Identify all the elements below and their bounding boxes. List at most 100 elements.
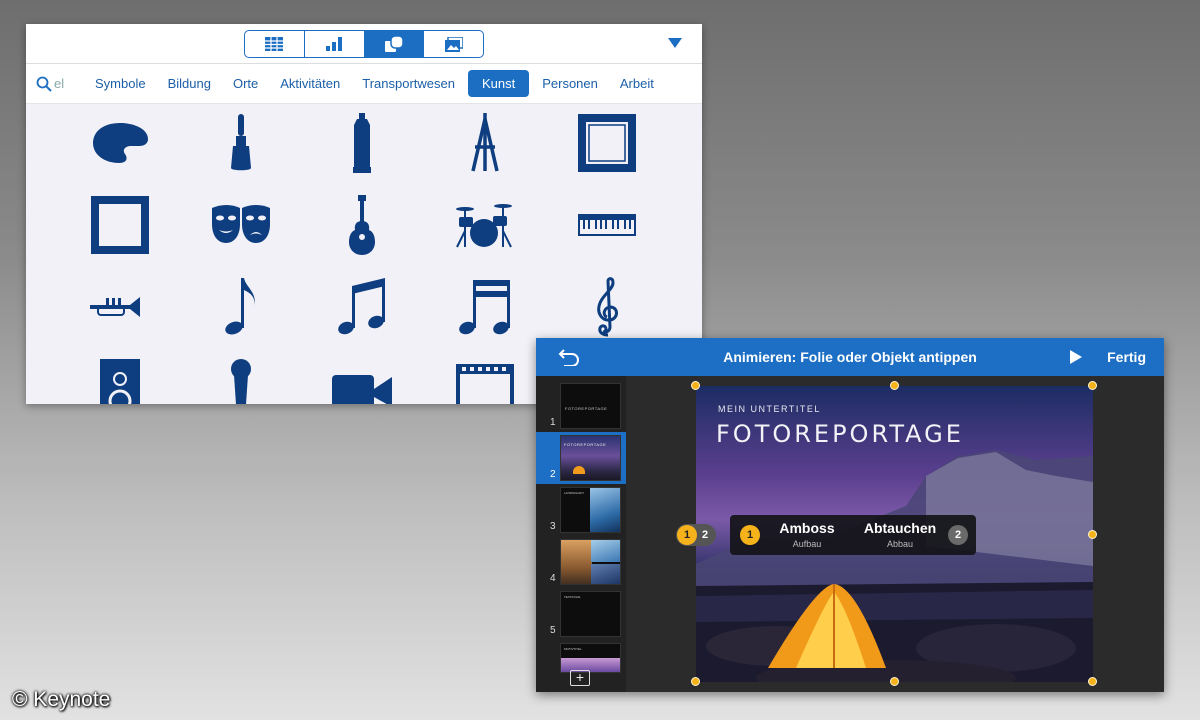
category-orte[interactable]: Orte — [233, 71, 258, 96]
build-out-type: Abbau — [886, 539, 914, 549]
category-aktivitaeten[interactable]: Aktivitäten — [280, 71, 340, 96]
paint-tube-icon — [353, 113, 371, 173]
palette-icon — [93, 123, 148, 163]
selection-handle[interactable] — [1088, 530, 1097, 539]
shape-search[interactable]: el — [36, 76, 84, 92]
slide-thumbnail: LANDSCHAFT — [560, 487, 621, 533]
build-out-button[interactable]: Abtauchen Abbau — [854, 515, 946, 555]
shape-microphone[interactable] — [201, 354, 281, 404]
slide-thumb-4[interactable]: 4 — [536, 536, 626, 588]
shape-paint-tube[interactable] — [322, 108, 402, 178]
slide-thumbnail: FOTOREPORTAGE — [560, 383, 621, 429]
video-camera-icon — [332, 375, 392, 404]
tab-charts[interactable] — [305, 31, 365, 57]
tab-media[interactable] — [424, 31, 483, 57]
slide-thumb-caption: TEXTFOLIE — [564, 595, 581, 599]
library-toolbar — [26, 24, 702, 64]
slide-thumb-caption: MOTIVTITEL — [564, 647, 582, 651]
shape-beamed-notes[interactable] — [322, 272, 402, 342]
tab-shapes[interactable] — [364, 31, 425, 57]
shape-treble-clef[interactable] — [567, 272, 647, 342]
add-slide-button[interactable]: + — [570, 670, 590, 686]
build-out-name: Abtauchen — [863, 520, 937, 536]
category-personen[interactable]: Personen — [542, 71, 598, 96]
slide-thumb-5[interactable]: 5 TEXTFOLIE — [536, 588, 626, 640]
shape-ornate-frame[interactable] — [80, 190, 160, 260]
shape-drum-kit[interactable] — [445, 190, 525, 260]
slide-subtitle[interactable]: MEIN UNTERTITEL — [718, 404, 821, 414]
category-transportwesen[interactable]: Transportwesen — [362, 71, 455, 96]
slide-thumbnail: TEXTFOLIE — [560, 591, 621, 637]
easel-icon — [471, 113, 499, 172]
table-icon — [265, 37, 284, 51]
category-arbeit[interactable]: Arbeit — [620, 71, 654, 96]
category-symbole[interactable]: Symbole — [95, 71, 146, 96]
shape-sixteenth-notes[interactable] — [445, 272, 525, 342]
speaker-icon — [100, 359, 140, 404]
eighth-note-icon — [225, 278, 255, 335]
slide-number: 2 — [550, 469, 556, 480]
build-in-badge: 1 — [740, 525, 760, 545]
selection-handle[interactable] — [890, 381, 899, 390]
trumpet-icon — [90, 297, 140, 317]
thumb-photo — [561, 540, 592, 584]
sixteenth-notes-icon — [459, 280, 510, 335]
shape-theater-masks[interactable] — [201, 190, 281, 260]
shape-guitar[interactable] — [322, 190, 402, 260]
category-bildung[interactable]: Bildung — [168, 71, 211, 96]
shape-keyboard[interactable] — [567, 190, 647, 260]
build-in-button[interactable]: Amboss Aufbau — [766, 515, 848, 555]
animation-summary-popover: 1 Amboss Aufbau Abtauchen Abbau 2 — [730, 515, 976, 555]
selection-handle[interactable] — [691, 381, 700, 390]
category-bar: el Symbole Bildung Orte Aktivitäten Tran… — [26, 64, 702, 104]
chart-icon — [326, 37, 343, 51]
slide-thumb-1[interactable]: 1 FOTOREPORTAGE — [536, 380, 626, 432]
build-order-indicator[interactable]: 1 2 — [676, 524, 716, 546]
selection-handle[interactable] — [890, 677, 899, 686]
selection-handle[interactable] — [1088, 677, 1097, 686]
slide-thumbnail: FOTOREPORTAGE — [560, 435, 621, 481]
ornate-frame-icon — [91, 196, 149, 254]
slide-thumb-caption: FOTOREPORTAGE — [564, 442, 607, 447]
beamed-notes-icon — [338, 278, 385, 335]
paintbrush-icon — [231, 114, 251, 171]
play-icon[interactable] — [1070, 350, 1082, 364]
slide-thumb-3[interactable]: 3 LANDSCHAFT — [536, 484, 626, 536]
theater-masks-icon — [212, 205, 270, 243]
build-in-order-badge: 1 — [677, 525, 697, 545]
shape-eighth-note[interactable] — [201, 272, 281, 342]
search-input[interactable]: el — [54, 76, 64, 91]
selection-handle[interactable] — [691, 677, 700, 686]
shape-paintbrush[interactable] — [201, 108, 281, 178]
microphone-icon — [231, 359, 251, 404]
shape-easel[interactable] — [445, 108, 525, 178]
tent-thumb — [573, 466, 585, 474]
slide-title[interactable]: FOTOREPORTAGE — [716, 420, 964, 448]
slide-number: 5 — [550, 625, 556, 636]
slide-thumbnail — [560, 539, 621, 585]
shape-trumpet[interactable] — [80, 272, 160, 342]
guitar-icon — [349, 195, 375, 255]
build-in-name: Amboss — [779, 520, 835, 536]
keyboard-icon — [578, 214, 636, 236]
shape-speaker[interactable] — [80, 354, 160, 404]
keynote-toolbar: Animieren: Folie oder Objekt antippen Fe… — [536, 338, 1164, 376]
slide-thumb-caption: FOTOREPORTAGE — [565, 406, 608, 411]
slide-thumbnail: MOTIVTITEL — [560, 643, 621, 673]
thumb-photo — [591, 564, 620, 584]
shape-palette[interactable] — [80, 108, 160, 178]
frame-icon — [578, 114, 636, 172]
image-credit: © Keynote — [12, 688, 111, 711]
build-in-type: Aufbau — [792, 539, 822, 549]
slide-thumb-2[interactable]: 2 FOTOREPORTAGE — [536, 432, 626, 484]
shape-frame[interactable] — [567, 108, 647, 178]
shape-film-strip[interactable] — [445, 354, 525, 404]
category-kunst[interactable]: Kunst — [467, 70, 530, 97]
tab-tables[interactable] — [245, 31, 305, 57]
slide-number: 3 — [550, 521, 556, 532]
selection-handle[interactable] — [1088, 381, 1097, 390]
shape-video-camera[interactable] — [322, 354, 402, 404]
shapes-icon — [384, 36, 403, 52]
collapse-arrow-icon[interactable] — [668, 38, 682, 48]
done-button[interactable]: Fertig — [1107, 349, 1146, 365]
